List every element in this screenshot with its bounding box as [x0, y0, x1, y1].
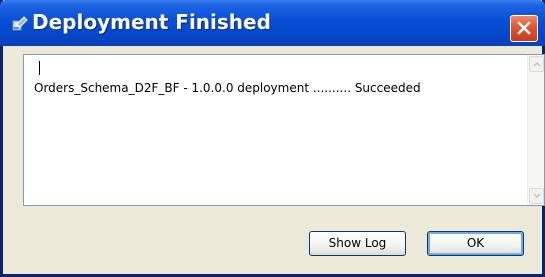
show-log-button[interactable]: Show Log — [309, 231, 406, 256]
vertical-scrollbar[interactable] — [527, 55, 544, 205]
close-icon — [517, 21, 531, 35]
ok-button[interactable]: OK — [427, 231, 524, 256]
window-title: Deployment Finished — [32, 10, 271, 34]
chevron-down-icon — [533, 193, 541, 199]
chevron-up-icon — [533, 61, 541, 67]
deployment-dialog: Deployment Finished Orders_Schema_D2F_BF… — [0, 0, 545, 277]
deploy-icon — [12, 14, 28, 32]
log-line: Orders_Schema_D2F_BF - 1.0.0.0 deploymen… — [34, 81, 421, 95]
close-button[interactable] — [510, 15, 538, 42]
deployment-log-textarea[interactable]: Orders_Schema_D2F_BF - 1.0.0.0 deploymen… — [23, 54, 545, 206]
text-caret — [39, 61, 40, 75]
title-bar[interactable]: Deployment Finished — [0, 0, 545, 46]
scroll-up-button[interactable] — [529, 56, 544, 72]
scroll-down-button[interactable] — [529, 188, 544, 204]
